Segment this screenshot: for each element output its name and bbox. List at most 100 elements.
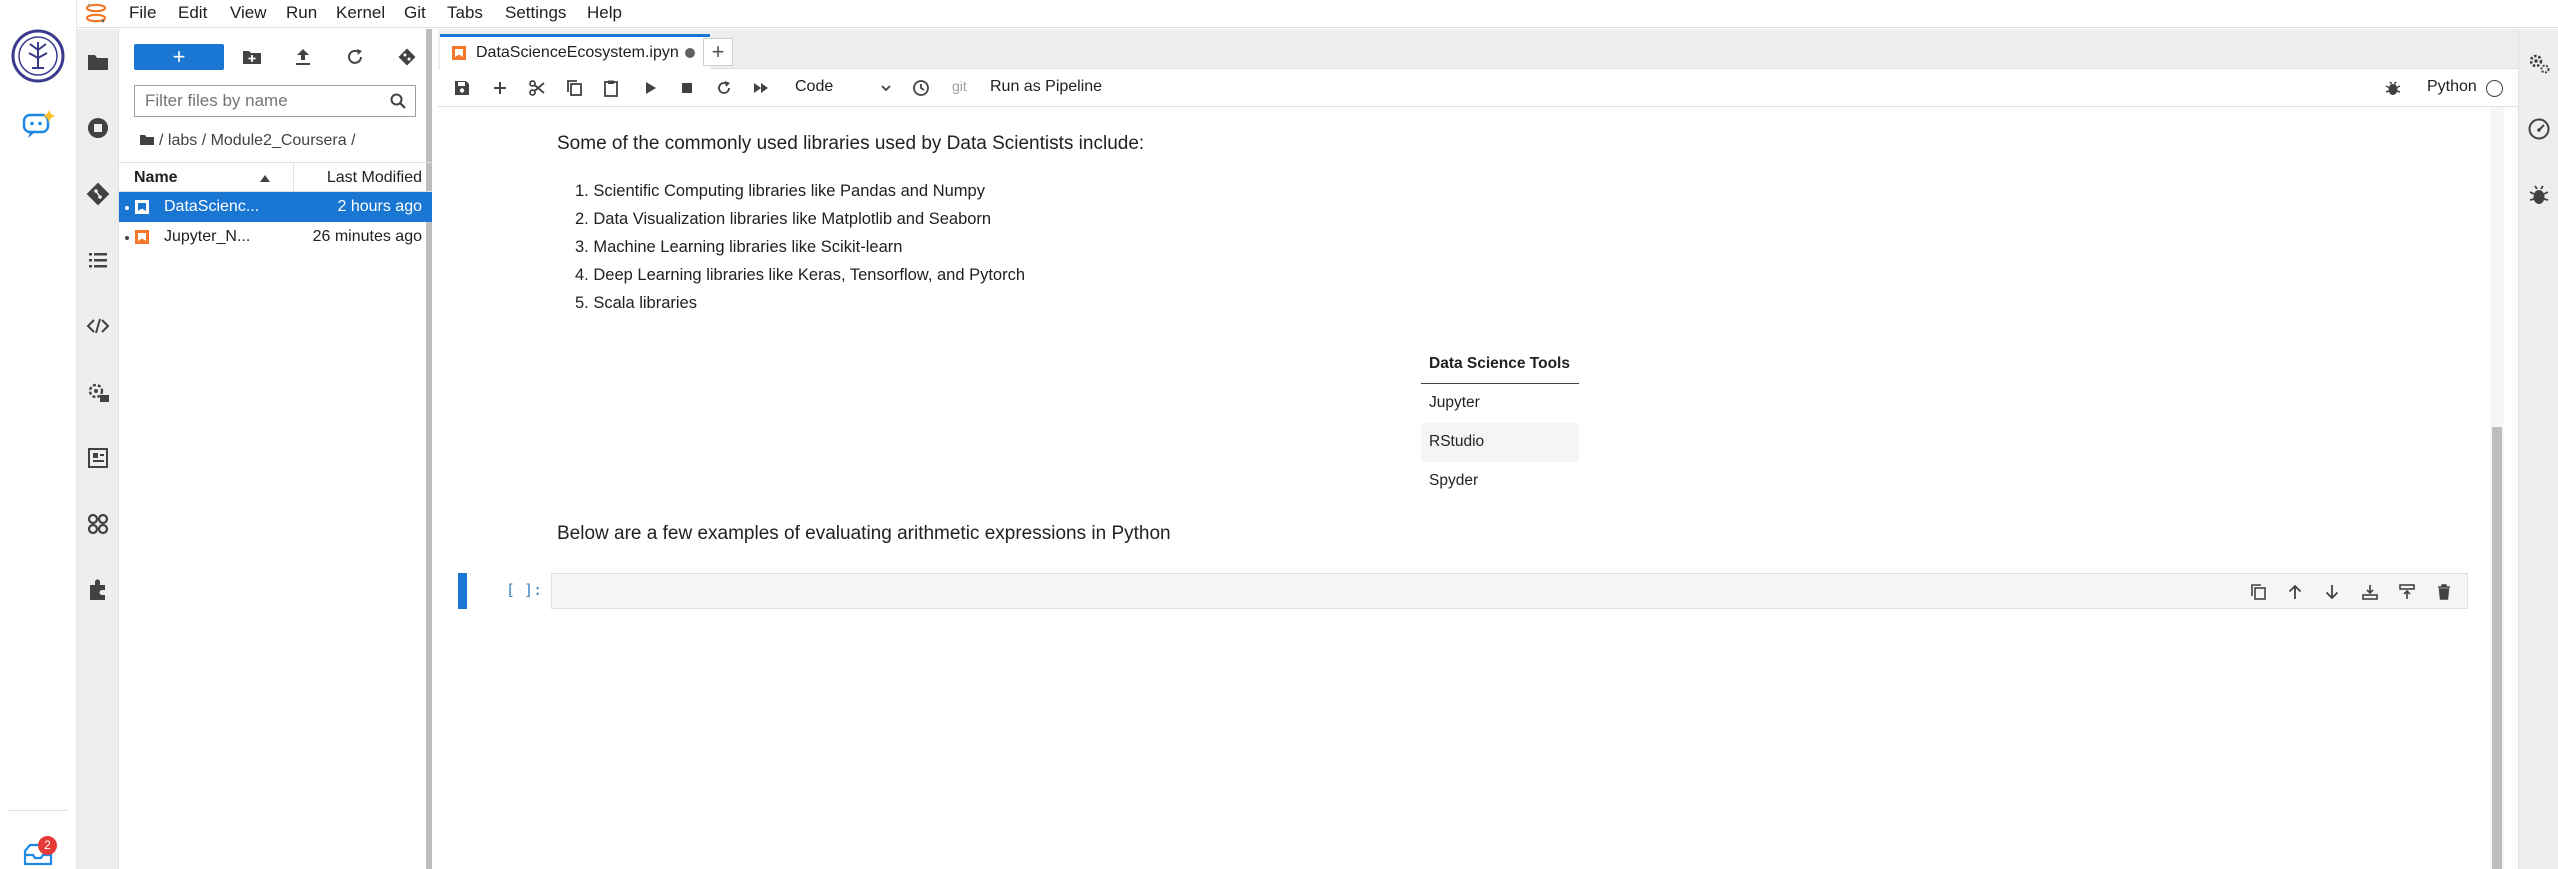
menu-settings[interactable]: Settings <box>505 3 566 23</box>
code-snippets-icon[interactable] <box>85 313 111 339</box>
table-row: Spyder <box>1429 472 1479 489</box>
notebook-file-icon <box>134 199 150 215</box>
paste-icon[interactable] <box>602 79 620 97</box>
file-row[interactable]: DataScienc... 2 hours ago <box>119 192 432 222</box>
app-rail: 2 <box>0 0 77 869</box>
insert-cell-icon[interactable] <box>491 79 509 97</box>
notebook-scrollbar[interactable] <box>2490 107 2504 869</box>
interrupt-kernel-icon[interactable] <box>678 79 696 97</box>
add-tab-button[interactable]: + <box>703 38 733 66</box>
menu-run[interactable]: Run <box>286 3 317 23</box>
menu-bar: File Edit View Run Kernel Git Tabs Setti… <box>77 0 2558 28</box>
property-inspector-gear-icon[interactable] <box>2527 51 2551 75</box>
tab-notebook[interactable]: DataScienceEcosystem.ipyn <box>440 34 710 69</box>
breadcrumb-path[interactable]: / labs / Module2_Coursera / <box>159 132 356 149</box>
code-cell[interactable]: [ ]: <box>458 573 2468 609</box>
markdown-arithmetic: Below are a few examples of evaluating a… <box>557 523 1171 544</box>
notification-badge: 2 <box>38 836 57 855</box>
file-list-header: Name Last Modified <box>119 162 432 193</box>
column-divider <box>293 163 294 193</box>
home-folder-icon[interactable] <box>139 134 155 146</box>
file-row[interactable]: Jupyter_N... 26 minutes ago <box>119 222 432 252</box>
file-modified: 2 hours ago <box>337 198 422 215</box>
new-launcher-button[interactable]: + <box>134 44 224 70</box>
unsaved-dot-icon[interactable] <box>685 48 695 58</box>
code-editor[interactable] <box>551 573 2468 609</box>
cell-type-select[interactable]: Code <box>795 78 833 96</box>
cell-prompt: [ ]: <box>506 581 543 599</box>
menu-file[interactable]: File <box>129 3 156 23</box>
menu-edit[interactable]: Edit <box>178 3 207 23</box>
restart-kernel-icon[interactable] <box>715 79 733 97</box>
metadata-icon[interactable] <box>85 445 111 471</box>
copy-icon[interactable] <box>565 79 583 97</box>
insert-above-icon[interactable] <box>2361 583 2379 601</box>
file-name: Jupyter_N... <box>164 228 251 245</box>
list-item: 5. Scala libraries <box>575 294 697 312</box>
tab-title: DataScienceEcosystem.ipyn <box>476 44 679 61</box>
kernel-name[interactable]: Python <box>2427 78 2477 96</box>
table-header: Data Science Tools <box>1421 345 1579 384</box>
git-clone-icon[interactable] <box>396 46 418 68</box>
tab-bar: DataScienceEcosystem.ipyn + <box>438 29 2518 69</box>
running-indicator <box>125 236 129 240</box>
app-logo-icon[interactable] <box>10 28 66 84</box>
menu-view[interactable]: View <box>230 3 267 23</box>
gauge-icon[interactable] <box>2527 117 2551 141</box>
list-item: 3. Machine Learning libraries like Sciki… <box>575 238 903 256</box>
delete-cell-icon[interactable] <box>2435 583 2453 601</box>
list-item: 4. Deep Learning libraries like Keras, T… <box>575 266 1026 284</box>
file-name: DataScienc... <box>164 198 260 215</box>
list-item: 1. Scientific Computing libraries like P… <box>575 182 985 200</box>
git-label[interactable]: git <box>952 78 967 94</box>
scrollbar-thumb[interactable] <box>2492 427 2502 869</box>
cell-collapser[interactable] <box>458 573 467 609</box>
markdown-intro: Some of the commonly used libraries used… <box>557 133 1145 154</box>
column-name[interactable]: Name <box>134 169 178 187</box>
clock-icon[interactable] <box>912 79 930 97</box>
menu-tabs[interactable]: Tabs <box>447 3 483 23</box>
run-as-pipeline-button[interactable]: Run as Pipeline <box>990 78 1102 96</box>
restart-run-all-icon[interactable] <box>752 79 770 97</box>
refresh-icon[interactable] <box>344 46 366 68</box>
folder-icon[interactable] <box>85 49 111 75</box>
upload-icon[interactable] <box>292 46 314 68</box>
table-row: Jupyter <box>1429 394 1480 411</box>
menu-git[interactable]: Git <box>404 3 426 23</box>
table-of-contents-icon[interactable] <box>85 247 111 273</box>
git-icon[interactable] <box>85 181 111 207</box>
extensions-icon[interactable] <box>85 577 111 603</box>
file-modified: 26 minutes ago <box>312 228 422 245</box>
notebook-file-icon <box>134 229 150 245</box>
sort-ascending-icon <box>259 173 271 183</box>
notebook-file-icon <box>452 46 466 60</box>
move-up-icon[interactable] <box>2286 583 2304 601</box>
run-cell-icon[interactable] <box>641 79 659 97</box>
cut-icon[interactable] <box>528 79 546 97</box>
debugger-bug-icon[interactable] <box>2527 183 2551 207</box>
new-folder-icon[interactable] <box>241 46 263 68</box>
property-inspector-icon[interactable] <box>85 379 111 405</box>
running-kernels-icon[interactable] <box>85 115 111 141</box>
debugger-icon[interactable] <box>2384 79 2402 97</box>
table-row: RStudio <box>1421 423 1579 462</box>
save-icon[interactable] <box>453 79 471 97</box>
search-icon <box>389 92 407 110</box>
column-last-modified[interactable]: Last Modified <box>327 169 422 187</box>
menu-help[interactable]: Help <box>587 3 622 23</box>
chat-assistant-icon[interactable] <box>20 107 56 143</box>
file-browser-panel: + / labs / Module2_Coursera / Name Last … <box>119 29 432 869</box>
data-science-tools-table: Data Science Tools Jupyter RStudio Spyde… <box>1421 345 1579 501</box>
filter-files-input[interactable] <box>134 85 416 117</box>
breadcrumb: / labs / Module2_Coursera / <box>139 132 356 150</box>
components-icon[interactable] <box>85 511 111 537</box>
menu-kernel[interactable]: Kernel <box>336 3 385 23</box>
running-indicator <box>125 206 129 210</box>
chevron-down-icon[interactable] <box>880 82 892 94</box>
insert-below-icon[interactable] <box>2398 583 2416 601</box>
move-down-icon[interactable] <box>2323 583 2341 601</box>
right-activity-bar <box>2518 29 2558 869</box>
notebook-toolbar: Code git Run as Pipeline Python <box>438 69 2518 107</box>
duplicate-cell-icon[interactable] <box>2249 583 2267 601</box>
jupyter-logo-icon <box>85 2 107 24</box>
